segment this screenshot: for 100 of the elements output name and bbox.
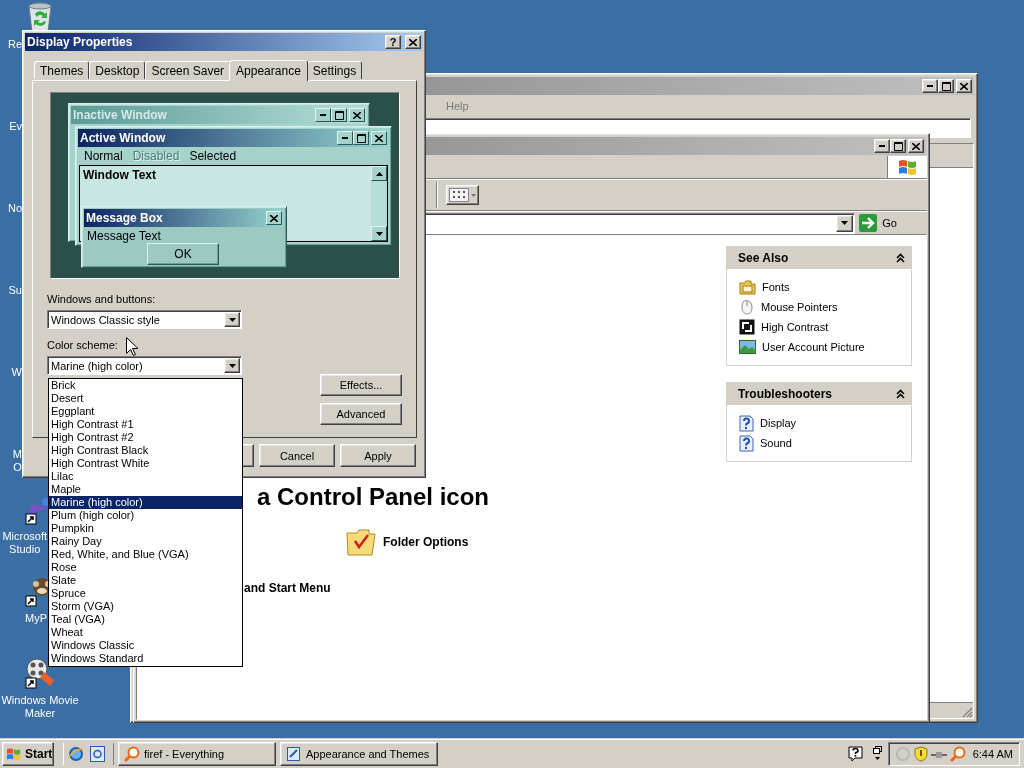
panel-link[interactable]: Mouse Pointers (739, 297, 899, 317)
icon-label[interactable]: Su (8, 284, 22, 297)
icon-label[interactable]: Windows Movie Maker (0, 694, 80, 720)
maximize-icon (941, 81, 951, 91)
panel-link[interactable]: User Account Picture (739, 337, 899, 357)
tab[interactable]: Screen Saver (145, 61, 231, 79)
dialog-button[interactable]: Apply (340, 444, 416, 467)
chevron-icon (896, 253, 905, 263)
dialog-button[interactable]: Advanced (320, 403, 402, 425)
menu-item: Disabled (132, 149, 180, 163)
icon-label[interactable]: Microsoft Studio (2, 530, 47, 556)
windows-flag-icon (897, 158, 918, 176)
maximize-button[interactable] (331, 108, 347, 122)
dropdown-button[interactable] (836, 214, 854, 232)
icon-label[interactable]: Re (7, 38, 22, 51)
close-icon (270, 214, 278, 222)
message-text: Message Text (87, 229, 161, 243)
help-icon[interactable] (848, 746, 863, 762)
dialog-button[interactable]: Effects... (320, 374, 402, 396)
panel-link[interactable]: High Contrast (739, 317, 899, 337)
taskbar-button[interactable]: firef - Everything (118, 742, 276, 766)
down-arrow-icon (228, 317, 236, 322)
icon-label[interactable]: M O (12, 448, 22, 474)
icon-label[interactable]: Ev (9, 120, 22, 133)
close-button[interactable] (371, 131, 387, 145)
tab[interactable]: Themes (34, 61, 90, 79)
close-icon (375, 134, 383, 142)
magnifier-icon[interactable] (950, 746, 966, 762)
list-option[interactable]: Rainy Day (49, 535, 242, 548)
list-option[interactable]: Spruce (49, 587, 242, 600)
windows-flag-icon (6, 747, 22, 761)
minimize-button[interactable] (315, 108, 331, 122)
list-option[interactable]: Lilac (49, 470, 242, 483)
panel-link[interactable]: Sound (739, 433, 899, 453)
list-option[interactable]: Wheat (49, 626, 242, 639)
close-icon (409, 38, 417, 46)
mouse-icon (739, 299, 755, 315)
task-link[interactable]: Folder Options (383, 535, 469, 549)
panel-title: See Also (738, 251, 789, 265)
field-label: Windows and buttons: (47, 293, 156, 306)
list-option[interactable]: Pumpkin (49, 522, 242, 535)
icon-label[interactable]: No (7, 202, 22, 215)
scroll-up-button[interactable] (371, 166, 387, 181)
icon-label[interactable]: MyP (25, 612, 47, 625)
go-button[interactable]: Go (859, 214, 897, 232)
help-button[interactable]: ? (385, 35, 401, 49)
list-option[interactable]: Brick (49, 379, 242, 392)
window-icon[interactable] (873, 746, 882, 762)
list-option[interactable]: Rose (49, 561, 242, 574)
list-option[interactable]: Eggplant (49, 405, 242, 418)
list-option[interactable]: High Contrast #1 (49, 418, 242, 431)
list-option[interactable]: Marine (high color) (49, 496, 242, 509)
dropdown-field[interactable]: Marine (high color) (47, 356, 242, 375)
collapse-button[interactable] (896, 253, 905, 263)
list-option[interactable]: High Contrast Black (49, 444, 242, 457)
list-option[interactable]: Windows Classic (49, 639, 242, 652)
dropdown-field[interactable]: Windows Classic style (47, 310, 242, 329)
document-icon[interactable] (90, 746, 105, 762)
ok-button[interactable]: OK (147, 243, 219, 265)
window-title: Display Properties (27, 35, 134, 49)
list-option[interactable]: Windows Standard (49, 652, 242, 665)
dialog-button[interactable]: Cancel (259, 444, 335, 467)
close-button[interactable] (349, 108, 365, 122)
tab[interactable]: Appearance (229, 60, 308, 81)
list-option[interactable]: High Contrast White (49, 457, 242, 470)
panel-link[interactable]: Display (739, 413, 899, 433)
contrast-icon (739, 319, 755, 335)
shield-icon[interactable] (914, 746, 928, 762)
globe-icon[interactable] (68, 746, 84, 762)
maximize-icon (893, 141, 903, 151)
collapse-button[interactable] (896, 389, 905, 399)
list-option[interactable]: Storm (VGA) (49, 600, 242, 613)
close-icon (912, 142, 920, 150)
list-option[interactable]: Desert (49, 392, 242, 405)
close-icon (960, 82, 968, 90)
close-button[interactable] (266, 211, 282, 225)
maximize-icon (334, 110, 344, 120)
panel-link[interactable]: Fonts (739, 277, 899, 297)
list-option[interactable]: High Contrast #2 (49, 431, 242, 444)
list-option[interactable]: Slate (49, 574, 242, 587)
page-heading: a Control Panel icon (257, 483, 490, 511)
icon-label[interactable]: W (11, 366, 22, 379)
help-icon (739, 414, 754, 432)
tab[interactable]: Desktop (89, 61, 146, 79)
list-option[interactable]: Red, White, and Blue (VGA) (49, 548, 242, 561)
tab[interactable]: Settings (306, 61, 363, 79)
list-option[interactable]: Teal (VGA) (49, 613, 242, 626)
views-button[interactable] (446, 185, 479, 205)
maximize-button[interactable] (353, 131, 369, 145)
list-option[interactable]: Maple (49, 483, 242, 496)
start-button[interactable]: Start (2, 742, 54, 766)
scroll-down-button[interactable] (371, 226, 387, 241)
minimize-icon (879, 145, 885, 147)
list-option[interactable]: Plum (high color) (49, 509, 242, 522)
taskbar-button[interactable]: Appearance and Themes (280, 742, 438, 766)
task-link[interactable]: and Start Menu (244, 581, 331, 595)
cursor-icon (126, 337, 138, 356)
document-icon (286, 746, 302, 762)
scrollbar[interactable] (371, 166, 387, 241)
minimize-button[interactable] (337, 131, 353, 145)
